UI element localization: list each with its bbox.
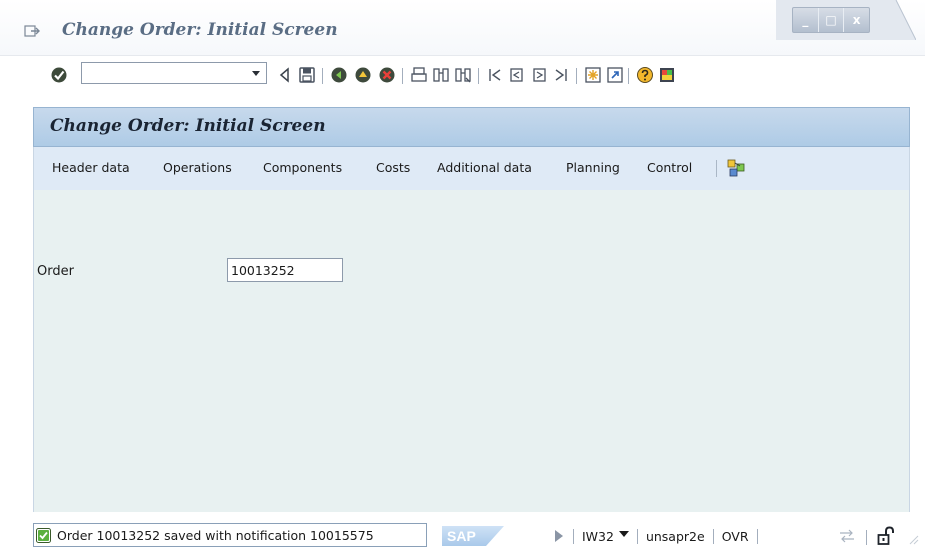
find-icon[interactable] (432, 66, 450, 84)
toolbar-separator (576, 68, 577, 84)
app-toolbar-separator (716, 160, 717, 177)
main-content: Order (33, 190, 910, 512)
expand-status-icon[interactable] (555, 530, 563, 542)
sap-logo: SAP (442, 526, 504, 546)
status-separator (573, 528, 574, 544)
title-divider (0, 55, 925, 56)
order-input[interactable] (231, 260, 339, 280)
maximize-button[interactable]: □ (819, 8, 845, 32)
order-field[interactable] (227, 258, 343, 282)
first-page-icon[interactable] (486, 66, 504, 84)
control-button[interactable]: Control (647, 160, 692, 175)
insert-mode[interactable]: OVR (722, 529, 749, 544)
last-page-icon[interactable] (552, 66, 570, 84)
find-next-icon[interactable] (454, 66, 472, 84)
back-triangle-icon[interactable] (276, 66, 294, 84)
status-separator (756, 528, 758, 544)
page-title: Change Order: Initial Screen (50, 116, 326, 136)
customize-layout-icon[interactable] (658, 66, 676, 84)
back-icon[interactable] (330, 66, 348, 84)
status-message-text: Order 10013252 saved with notification 1… (57, 527, 374, 543)
status-message[interactable]: Order 10013252 saved with notification 1… (33, 523, 427, 547)
status-separator (712, 528, 714, 544)
next-page-icon[interactable] (530, 66, 548, 84)
sap-logo-text: SAP (447, 528, 476, 544)
order-label: Order (37, 264, 74, 279)
status-info: IW32 unsapr2e OVR (555, 526, 766, 546)
object-links-icon[interactable] (726, 158, 746, 178)
save-icon[interactable] (298, 66, 316, 84)
new-session-icon[interactable] (584, 66, 602, 84)
server-name: unsapr2e (645, 528, 705, 544)
cancel-icon[interactable] (378, 66, 396, 84)
enter-icon[interactable] (50, 66, 68, 84)
exit-icon[interactable] (354, 66, 372, 84)
swap-icon[interactable] (838, 529, 856, 543)
shortcut-icon[interactable] (606, 66, 624, 84)
transaction-dropdown-icon[interactable] (618, 531, 629, 537)
status-bar: Order 10013252 saved with notification 1… (0, 517, 925, 549)
status-separator (866, 530, 867, 545)
help-icon[interactable] (636, 66, 654, 84)
title-bar: Change Order: Initial Screen _ □ x (0, 0, 925, 55)
toolbar-separator (322, 68, 323, 84)
status-separator (636, 528, 638, 544)
window-title: Change Order: Initial Screen (62, 20, 338, 40)
toolbar-separator (478, 68, 479, 84)
system-toolbar (0, 57, 925, 93)
lock-open-icon[interactable] (877, 526, 895, 546)
print-icon[interactable] (410, 66, 428, 84)
screen-header: Change Order: Initial Screen (33, 107, 910, 147)
toolbar-separator (628, 68, 629, 84)
command-input[interactable] (84, 64, 248, 84)
planning-button[interactable]: Planning (566, 160, 620, 175)
success-check-icon (36, 527, 51, 543)
toolbar-separator (402, 68, 403, 84)
header-data-button[interactable]: Header data (52, 160, 130, 175)
menu-arrow-icon[interactable] (24, 23, 40, 39)
application-toolbar: Header data Operations Components Costs … (33, 147, 910, 190)
close-button[interactable]: x (844, 8, 869, 32)
previous-page-icon[interactable] (508, 66, 526, 84)
components-button[interactable]: Components (263, 160, 342, 175)
resize-grip-icon[interactable] (907, 533, 919, 545)
transaction-code[interactable]: IW32 (582, 529, 614, 544)
dropdown-icon[interactable] (250, 67, 262, 79)
operations-button[interactable]: Operations (163, 160, 232, 175)
command-field[interactable] (81, 62, 267, 84)
minimize-button[interactable]: _ (793, 8, 819, 32)
additional-data-button[interactable]: Additional data (437, 160, 532, 175)
window-controls: _ □ x (792, 7, 870, 33)
costs-button[interactable]: Costs (376, 160, 410, 175)
